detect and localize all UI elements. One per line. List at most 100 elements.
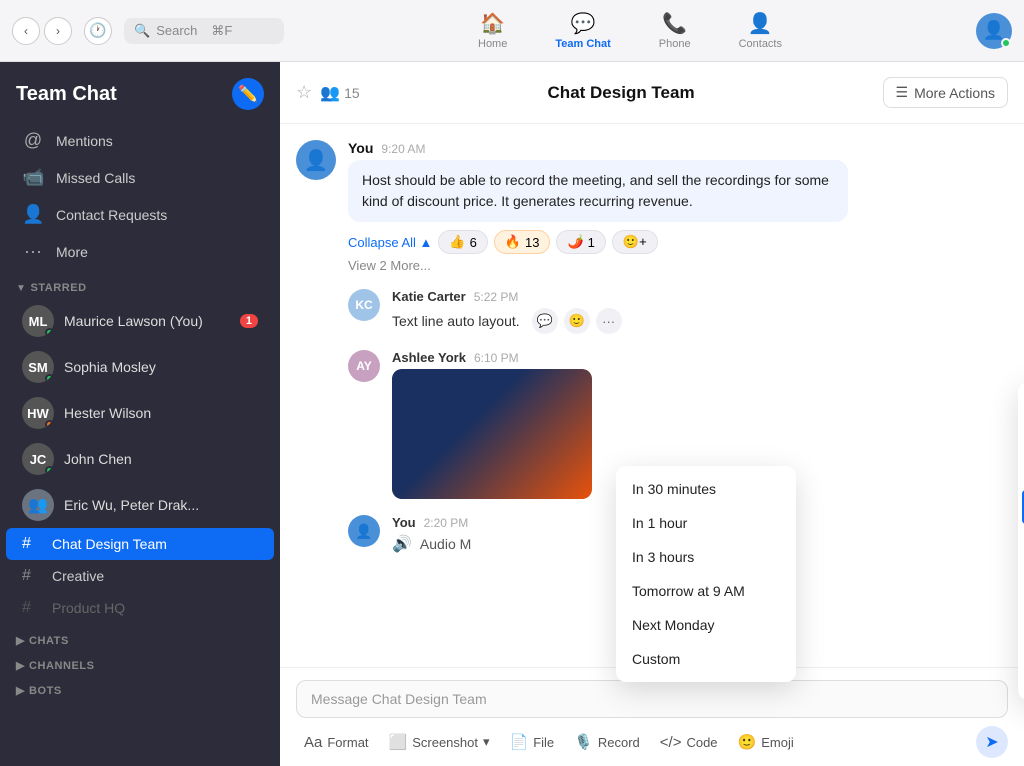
sidebar-item-contact-requests[interactable]: 👤 Contact Requests — [6, 196, 274, 233]
remind-30min-label: In 30 minutes — [632, 481, 716, 497]
more-actions-button[interactable]: ☰ More Actions — [883, 77, 1009, 108]
message-group-1: 👤 You 9:20 AM Host should be able to rec… — [296, 140, 1008, 273]
emoji-button[interactable]: 🙂 Emoji — [730, 728, 802, 756]
message-input[interactable]: Message Chat Design Team — [296, 680, 1008, 718]
tab-home[interactable]: 🏠 Home — [470, 7, 515, 54]
format-label: Format — [327, 735, 368, 750]
contact-item-sophia[interactable]: SM Sophia Mosley — [6, 344, 274, 390]
online-status-dot — [1001, 38, 1011, 48]
sidebar-item-missed-calls[interactable]: 📹 Missed Calls — [6, 159, 274, 196]
channels-section-label[interactable]: ▶ CHANNELS — [0, 649, 280, 674]
reply-action-thread[interactable]: 💬 — [532, 308, 558, 334]
remind-next-monday[interactable]: Next Monday — [616, 608, 796, 642]
more-label: More — [56, 244, 88, 260]
file-label: File — [533, 735, 554, 750]
context-menu-pin-for-everyone[interactable]: Pin for Everyone — [1018, 660, 1024, 694]
chat-title: Chat Design Team — [360, 83, 883, 103]
tab-phone[interactable]: 📞 Phone — [651, 7, 699, 54]
sidebar-item-mentions[interactable]: @ Mentions — [6, 122, 274, 159]
contact-item-hester[interactable]: HW Hester Wilson — [6, 390, 274, 436]
sidebar-item-more[interactable]: ··· More — [6, 233, 274, 270]
nav-tabs: 🏠 Home 💬 Team Chat 📞 Phone 👤 Contacts — [284, 7, 976, 54]
search-shortcut: ⌘F — [211, 23, 232, 39]
screenshot-label: Screenshot — [412, 735, 478, 750]
record-button[interactable]: 🎙️ Record — [566, 728, 648, 756]
members-icon: 👥 — [320, 83, 340, 103]
contact-item-eric[interactable]: 👥 Eric Wu, Peter Drak... — [6, 482, 274, 528]
view-more-button[interactable]: View 2 More... — [348, 258, 1008, 273]
missed-calls-icon: 📹 — [22, 167, 44, 188]
collapse-all-button[interactable]: Collapse All ▲ — [348, 235, 432, 250]
reply-sender-4: You — [392, 515, 416, 530]
contact-item-john[interactable]: JC John Chen — [6, 436, 274, 482]
reaction-add[interactable]: 🙂+ — [612, 230, 658, 254]
remind-1hr[interactable]: In 1 hour — [616, 506, 796, 540]
file-button[interactable]: 📄 File — [502, 728, 563, 756]
chat-area: ☆ 👥 15 Chat Design Team ☰ More Actions 👤 — [280, 62, 1024, 766]
context-menu-copy[interactable]: Copy — [1018, 592, 1024, 626]
reaction-fire[interactable]: 🔥 13 — [494, 230, 551, 254]
screenshot-button[interactable]: ⬜ Screenshot ▾ — [381, 728, 498, 756]
remind-submenu: In 30 minutes In 1 hour In 3 hours Tomor… — [616, 466, 796, 682]
reply-action-emoji[interactable]: 🙂 — [564, 308, 590, 334]
top-bar: ‹ › 🕐 🔍 Search ⌘F 🏠 Home 💬 Team Chat 📞 P… — [0, 0, 1024, 62]
screenshot-icon: ⬜ — [389, 733, 408, 751]
sidebar-header: Team Chat ✏️ — [0, 62, 280, 122]
context-menu-quote[interactable]: Quote — [1018, 626, 1024, 660]
reaction-thumbsup[interactable]: 👍 6 — [438, 230, 487, 254]
search-box[interactable]: 🔍 Search ⌘F — [124, 18, 284, 44]
reply-avatar-3: AY — [348, 350, 380, 382]
remind-tomorrow[interactable]: Tomorrow at 9 AM — [616, 574, 796, 608]
channel-item-creative[interactable]: # Creative — [6, 560, 274, 592]
more-actions-label: More Actions — [914, 85, 995, 101]
format-icon: Aa — [304, 734, 322, 751]
members-info: 👥 15 — [320, 83, 360, 103]
reaction-pepper[interactable]: 🌶️ 1 — [556, 230, 605, 254]
chats-section-label[interactable]: ▶ CHATS — [0, 624, 280, 649]
nav-arrows: ‹ › — [12, 17, 72, 45]
missed-calls-label: Missed Calls — [56, 170, 135, 186]
reply-action-more[interactable]: ··· — [596, 308, 622, 334]
channel-item-chat-design[interactable]: # Chat Design Team — [6, 528, 274, 560]
context-menu-follow-message[interactable]: Follow Message — [1018, 456, 1024, 490]
bots-section-label[interactable]: ▶ BOTS — [0, 674, 280, 699]
compose-button[interactable]: ✏️ — [232, 78, 264, 110]
reply-sender-3: Ashlee York — [392, 350, 466, 365]
starred-section-header[interactable]: ▼ STARRED — [0, 270, 280, 298]
home-icon: 🏠 — [480, 11, 505, 36]
remind-30min[interactable]: In 30 minutes — [616, 472, 796, 506]
context-menu-mark-unread[interactable]: Mark as Unread — [1018, 388, 1024, 422]
format-button[interactable]: Aa Format — [296, 729, 377, 756]
context-menu-bookmark[interactable]: Bookmark — [1018, 422, 1024, 456]
contact-name-hester: Hester Wilson — [64, 405, 258, 421]
contacts-icon: 👤 — [748, 11, 773, 36]
contact-requests-label: Contact Requests — [56, 207, 167, 223]
emoji-label: Emoji — [761, 735, 794, 750]
sidebar: Team Chat ✏️ @ Mentions 📹 Missed Calls 👤… — [0, 62, 280, 766]
context-menu-share-message[interactable]: Share Message... — [1018, 524, 1024, 558]
remind-1hr-label: In 1 hour — [632, 515, 687, 531]
history-button[interactable]: 🕐 — [84, 17, 112, 45]
tab-team-chat[interactable]: 💬 Team Chat — [547, 7, 618, 54]
msg-time-1: 9:20 AM — [381, 142, 425, 156]
tab-contacts[interactable]: 👤 Contacts — [731, 7, 790, 54]
remind-3hrs[interactable]: In 3 hours — [616, 540, 796, 574]
code-button[interactable]: </> Code — [652, 729, 726, 756]
contact-item-maurice[interactable]: ML Maurice Lawson (You) 1 — [6, 298, 274, 344]
remind-tomorrow-label: Tomorrow at 9 AM — [632, 583, 745, 599]
reply-content-2: Katie Carter 5:22 PM Text line auto layo… — [392, 289, 1008, 334]
forward-button[interactable]: › — [44, 17, 72, 45]
contact-avatar-john: JC — [22, 443, 54, 475]
context-menu-copy-link[interactable]: Copy Link to Message — [1018, 558, 1024, 592]
user-avatar-area[interactable]: 👤 — [976, 13, 1012, 49]
star-button[interactable]: ☆ — [296, 82, 312, 103]
back-button[interactable]: ‹ — [12, 17, 40, 45]
remind-custom[interactable]: Custom — [616, 642, 796, 676]
channel-item-product[interactable]: # Product HQ — [6, 592, 274, 624]
reply-actions-2: 💬 🙂 ··· — [532, 308, 622, 334]
search-label: Search — [156, 23, 197, 38]
send-button[interactable]: ➤ — [976, 726, 1008, 758]
remind-3hrs-label: In 3 hours — [632, 549, 694, 565]
hash-icon-creative: # — [22, 567, 44, 585]
tab-team-chat-label: Team Chat — [555, 38, 610, 50]
